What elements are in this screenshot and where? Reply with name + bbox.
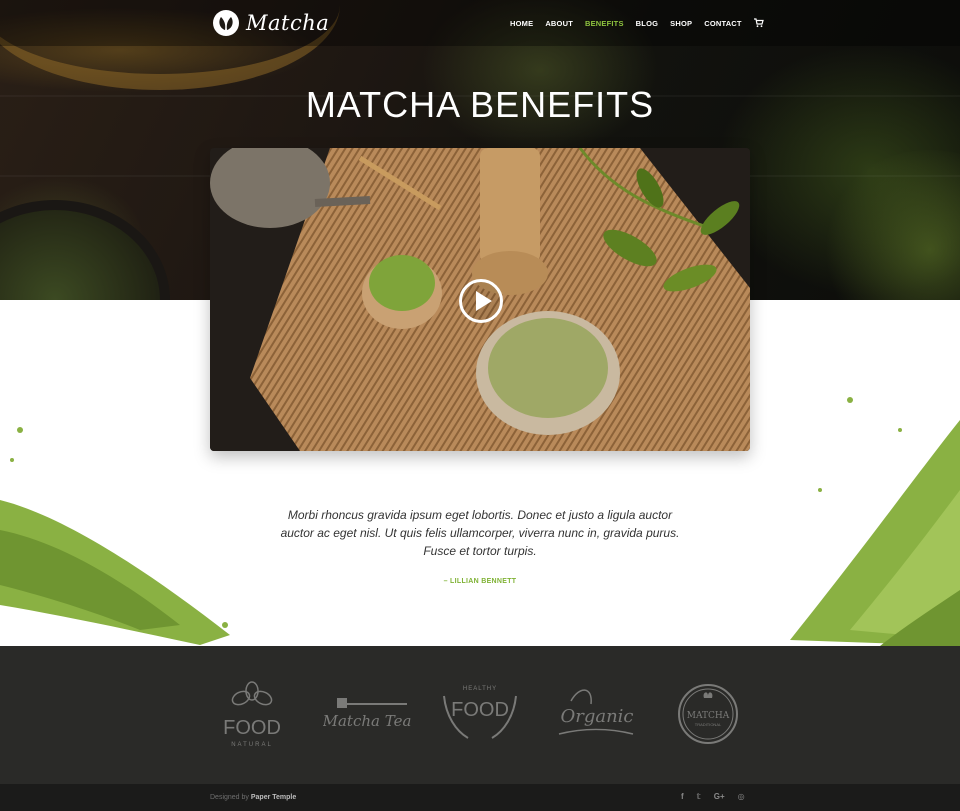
matcha-traditional-tagline: TRADITIONAL bbox=[695, 722, 722, 727]
site-logo[interactable]: Matcha bbox=[212, 9, 329, 37]
play-icon bbox=[476, 291, 492, 311]
food-natural-tagline: NATURAL bbox=[231, 742, 273, 748]
cart-icon[interactable] bbox=[753, 18, 764, 28]
video-player[interactable] bbox=[210, 148, 750, 451]
credit-link[interactable]: Paper Temple bbox=[251, 794, 296, 801]
matcha-tea-wordmark: Matcha Tea bbox=[323, 712, 411, 730]
nav-about[interactable]: ABOUT bbox=[545, 19, 573, 28]
testimonial-quote: Morbi rhoncus gravida ipsum eget loborti… bbox=[280, 508, 680, 558]
healthy-food-wordmark: FOOD bbox=[451, 699, 509, 721]
credit-prefix: Designed by bbox=[210, 794, 249, 801]
nav-blog[interactable]: BLOG bbox=[636, 19, 658, 28]
organic-logo: Organic bbox=[558, 689, 634, 735]
nav-home[interactable]: HOME bbox=[510, 19, 533, 28]
footer: Designed by Paper Temple f 𝕥 G+ ◎ bbox=[0, 784, 960, 811]
google-plus-icon[interactable]: G+ bbox=[714, 792, 725, 801]
brand-name: Matcha bbox=[246, 11, 330, 35]
healthy-food-tagline: HEALTHY bbox=[463, 686, 497, 692]
social-links: f 𝕥 G+ ◎ bbox=[681, 792, 745, 801]
instagram-icon[interactable]: ◎ bbox=[738, 792, 745, 801]
top-navigation: Matcha HOME ABOUT BENEFITS BLOG SHOP CON… bbox=[0, 0, 960, 46]
nav-benefits[interactable]: BENEFITS bbox=[585, 19, 624, 28]
nav-shop[interactable]: SHOP bbox=[670, 19, 692, 28]
footer-credit: Designed by Paper Temple bbox=[210, 794, 296, 801]
facebook-icon[interactable]: f bbox=[681, 792, 684, 801]
matcha-powder-left-decoration bbox=[0, 427, 230, 645]
organic-wordmark: Organic bbox=[560, 706, 633, 727]
twitter-icon[interactable]: 𝕥 bbox=[697, 792, 701, 801]
nav-contact[interactable]: CONTACT bbox=[704, 19, 742, 28]
food-natural-logo: FOOD NATURAL bbox=[223, 681, 281, 748]
matcha-traditional-wordmark: MATCHA bbox=[687, 711, 730, 721]
play-button[interactable] bbox=[459, 279, 503, 323]
matcha-foam-decoration bbox=[820, 150, 960, 300]
main-menu: HOME ABOUT BENEFITS BLOG SHOP CONTACT bbox=[510, 18, 764, 28]
partner-logos-strip: FOOD NATURAL Matcha Tea HEALTHY FOOD Org… bbox=[0, 646, 960, 784]
leaf-circle-icon bbox=[213, 10, 239, 36]
matcha-tea-logo: Matcha Tea bbox=[323, 698, 411, 730]
page-title: MATCHA BENEFITS bbox=[305, 84, 655, 125]
matcha-powder-right-decoration bbox=[790, 397, 960, 646]
matcha-traditional-logo: MATCHA TRADITIONAL bbox=[678, 684, 738, 744]
food-natural-wordmark: FOOD bbox=[223, 717, 281, 739]
healthy-food-logo: HEALTHY FOOD bbox=[443, 686, 517, 739]
matcha-bowl-decoration bbox=[0, 200, 170, 300]
testimonial-author: – LILLIAN BENNETT bbox=[443, 578, 517, 585]
